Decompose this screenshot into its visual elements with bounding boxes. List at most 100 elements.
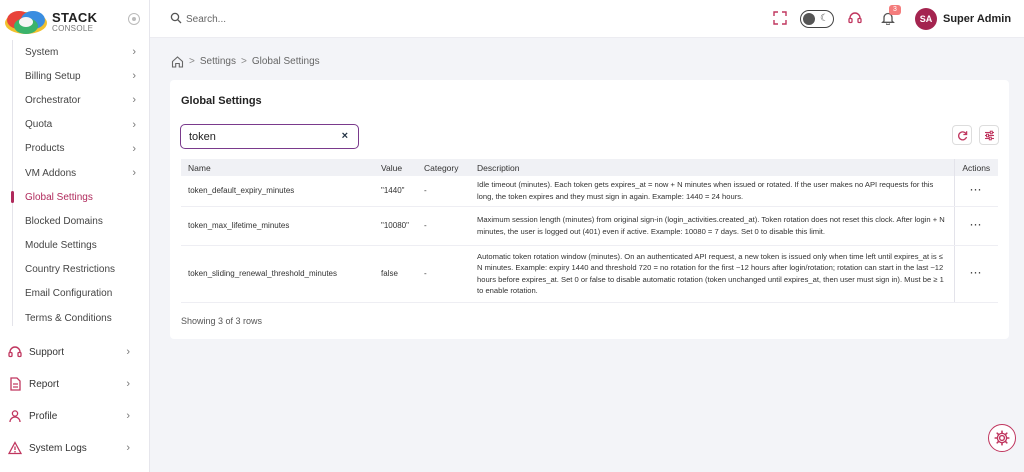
setting-category: - xyxy=(417,176,470,207)
setting-name: token_sliding_renewal_threshold_minutes xyxy=(181,245,374,303)
setting-value: "10080" xyxy=(374,206,417,246)
column-header-name[interactable]: Name xyxy=(181,159,374,176)
chevron-right-icon: › xyxy=(132,94,136,107)
setting-description: Automatic token rotation window (minutes… xyxy=(470,245,954,303)
sidebar-item-system[interactable]: System › xyxy=(0,40,149,64)
column-header-value[interactable]: Value xyxy=(374,159,417,176)
sidebar-item-support[interactable]: Support › xyxy=(0,336,149,368)
setting-name: token_default_expiry_minutes xyxy=(181,176,374,207)
setting-category: - xyxy=(417,245,470,303)
chevron-right-icon: › xyxy=(132,46,136,59)
setting-value: false xyxy=(374,245,417,303)
settings-table: Name Value Category Description Actions … xyxy=(181,159,998,303)
more-actions-icon[interactable]: ··· xyxy=(970,185,982,195)
refresh-icon xyxy=(957,131,967,141)
sidebar-item-label: Email Configuration xyxy=(25,288,113,300)
chevron-right-icon: › xyxy=(132,118,136,131)
global-settings-card: Global Settings × Name Value Category De… xyxy=(170,80,1009,339)
breadcrumb: > Settings > Global Settings xyxy=(171,54,320,68)
logo[interactable]: STACK CONSOLE xyxy=(4,8,124,36)
table-row[interactable]: token_default_expiry_minutes "1440" - Id… xyxy=(181,176,998,207)
sidebar-item-label: Orchestrator xyxy=(25,94,81,106)
sidebar-item-country-restrictions[interactable]: Country Restrictions xyxy=(0,258,149,282)
user-name[interactable]: Super Admin xyxy=(943,13,1011,25)
clear-icon[interactable]: × xyxy=(342,130,348,142)
headset-icon xyxy=(8,345,22,359)
sun-icon xyxy=(803,12,815,25)
sidebar-item-label: Support xyxy=(29,346,65,358)
settings-fab-button[interactable] xyxy=(988,424,1016,452)
more-actions-icon[interactable]: ··· xyxy=(970,220,982,230)
sidebar-item-label: System Logs xyxy=(29,442,87,454)
sidebar-item-label: Profile xyxy=(29,410,58,422)
page-title: Global Settings xyxy=(181,95,262,107)
sidebar-item-label: Products xyxy=(25,143,65,155)
sidebar-pin-icon[interactable] xyxy=(128,13,140,25)
search-icon xyxy=(170,12,182,24)
sidebar-item-label: Module Settings xyxy=(25,240,97,252)
sidebar-item-label: Country Restrictions xyxy=(25,264,116,276)
sidebar: STACK CONSOLE System › Billing Setup › Orc… xyxy=(0,0,150,472)
filter-input[interactable] xyxy=(189,130,329,144)
setting-value: "1440" xyxy=(374,176,417,207)
chevron-right-icon: › xyxy=(126,410,130,422)
column-settings-button[interactable] xyxy=(979,125,999,145)
sidebar-item-label: Global Settings xyxy=(25,191,93,203)
refresh-button[interactable] xyxy=(952,125,972,145)
sidebar-item-label: Blocked Domains xyxy=(25,215,103,227)
fullscreen-icon[interactable] xyxy=(772,11,788,27)
notification-badge: 3 xyxy=(889,5,901,15)
sidebar-item-vm-addons[interactable]: VM Addons › xyxy=(0,161,149,185)
chevron-right-icon: › xyxy=(132,70,136,83)
logo-title: STACK xyxy=(52,10,98,25)
sidebar-item-billing-setup[interactable]: Billing Setup › xyxy=(0,64,149,88)
sidebar-item-label: Terms & Conditions xyxy=(25,312,112,324)
breadcrumb-separator: > xyxy=(240,55,247,67)
headset-icon[interactable] xyxy=(847,11,863,27)
sidebar-item-products[interactable]: Products › xyxy=(0,137,149,161)
sidebar-item-module-settings[interactable]: Module Settings xyxy=(0,234,149,258)
setting-description: Maximum session length (minutes) from or… xyxy=(470,206,954,246)
sidebar-item-blocked-domains[interactable]: Blocked Domains xyxy=(0,209,149,233)
sidebar-item-orchestrator[interactable]: Orchestrator › xyxy=(0,88,149,112)
report-icon xyxy=(8,377,22,391)
breadcrumb-settings[interactable]: Settings xyxy=(200,56,236,67)
sidebar-item-profile[interactable]: Profile › xyxy=(0,400,149,432)
breadcrumb-separator: > xyxy=(189,55,195,67)
sidebar-item-quota[interactable]: Quota › xyxy=(0,113,149,137)
home-icon[interactable] xyxy=(171,55,184,68)
sidebar-item-label: Billing Setup xyxy=(25,70,81,82)
logo-subtitle: CONSOLE xyxy=(52,24,94,33)
sidebar-item-email-configuration[interactable]: Email Configuration xyxy=(0,282,149,306)
table-header-row: Name Value Category Description Actions xyxy=(181,159,998,176)
sidebar-item-system-logs[interactable]: System Logs › xyxy=(0,432,149,464)
rows-count-text: Showing 3 of 3 rows xyxy=(181,316,263,326)
logo-icon xyxy=(5,11,47,34)
table-row[interactable]: token_max_lifetime_minutes "10080" - Max… xyxy=(181,206,998,246)
theme-toggle[interactable]: ☾ xyxy=(800,10,834,28)
chevron-right-icon: › xyxy=(126,442,130,454)
user-icon xyxy=(8,409,22,423)
settings-filter: × xyxy=(180,124,359,149)
sliders-icon xyxy=(984,130,994,141)
setting-name: token_max_lifetime_minutes xyxy=(181,206,374,246)
global-search-input[interactable] xyxy=(186,10,386,28)
sidebar-item-label: Quota xyxy=(25,119,53,131)
setting-category: - xyxy=(417,206,470,246)
more-actions-icon[interactable]: ··· xyxy=(970,268,982,278)
sidebar-item-report[interactable]: Report › xyxy=(0,368,149,400)
column-header-category[interactable]: Category xyxy=(417,159,470,176)
topbar: ☾ 3 SA Super Admin xyxy=(150,0,1024,38)
gear-icon xyxy=(994,430,1010,446)
sidebar-item-terms-conditions[interactable]: Terms & Conditions xyxy=(0,306,149,330)
sidebar-item-global-settings[interactable]: Global Settings xyxy=(0,185,149,209)
warning-icon xyxy=(7,441,23,455)
table-row[interactable]: token_sliding_renewal_threshold_minutes … xyxy=(181,245,998,303)
chevron-right-icon: › xyxy=(132,167,136,180)
sidebar-item-label: VM Addons xyxy=(25,167,77,179)
avatar[interactable]: SA xyxy=(915,8,937,30)
moon-icon: ☾ xyxy=(820,13,829,24)
chevron-right-icon: › xyxy=(126,346,130,358)
breadcrumb-global-settings: Global Settings xyxy=(251,55,320,67)
column-header-description[interactable]: Description xyxy=(470,159,954,176)
